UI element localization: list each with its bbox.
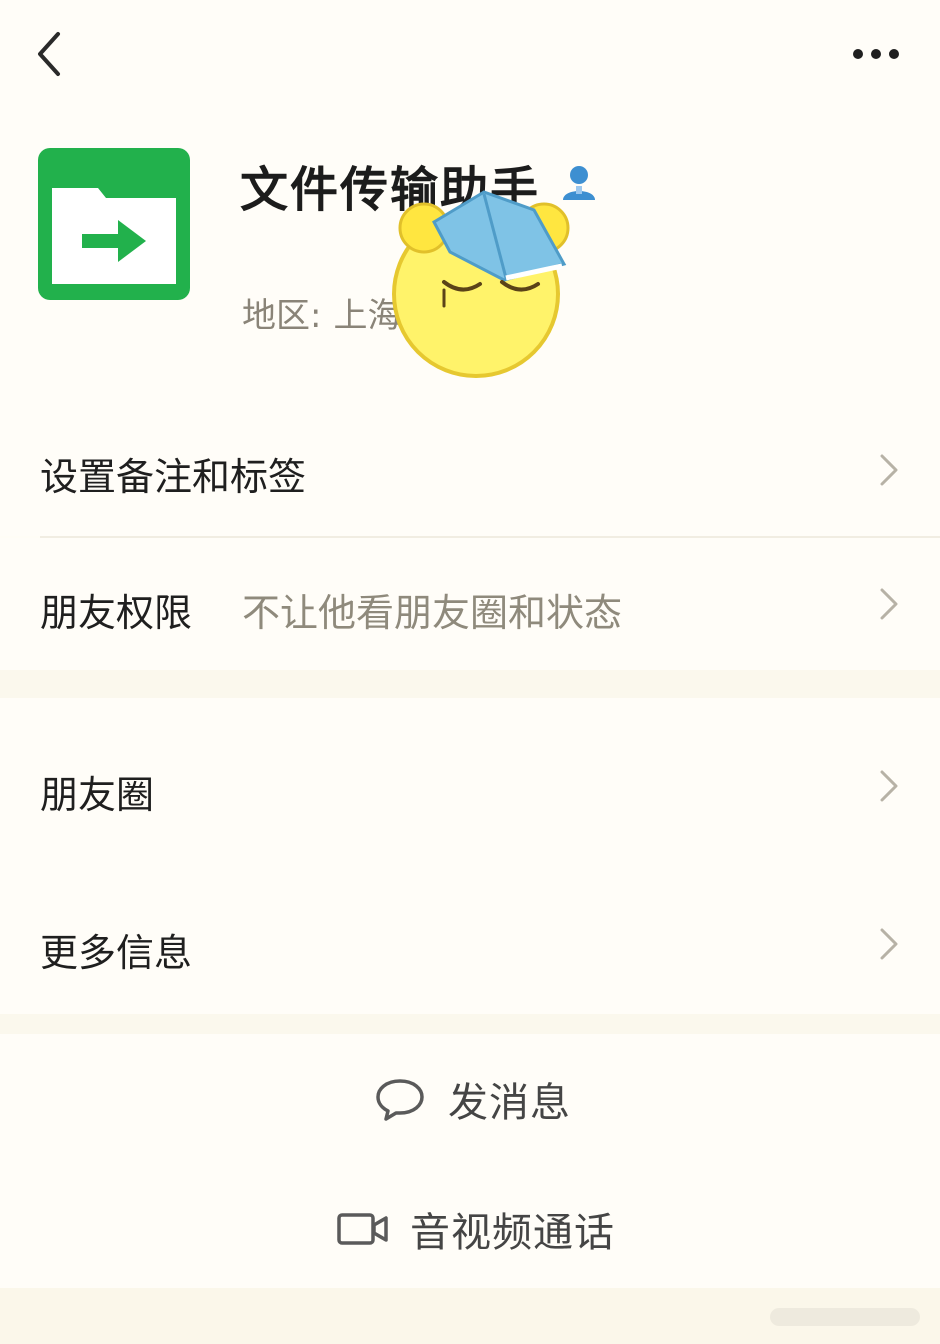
region-info: 地区: 上海 (242, 288, 401, 337)
region-label: 地区: (242, 296, 322, 336)
section-gap (0, 670, 940, 698)
send-message-button[interactable]: 发消息 (0, 1034, 940, 1164)
sleeping-emoji-sticker (384, 182, 584, 382)
friend-permissions-value: 不让他看朋友圈和状态 (242, 591, 623, 635)
chevron-left-icon (38, 32, 60, 76)
folder-arrow-icon (38, 148, 190, 300)
friend-permissions-label: 朋友权限 (40, 591, 193, 635)
moments-label: 朋友圈 (40, 773, 155, 817)
back-button[interactable] (28, 28, 72, 80)
profile-header: 文件传输助手 地区: 上海 (0, 110, 940, 400)
watermark-logo (770, 1308, 920, 1326)
friend-permissions-row[interactable]: 朋友权限 不让他看朋友圈和状态 (0, 538, 940, 670)
chevron-right-icon (880, 454, 898, 486)
section-gap (0, 1014, 940, 1034)
chat-bubble-icon (376, 1079, 424, 1121)
avatar[interactable] (38, 148, 190, 300)
more-button[interactable] (846, 36, 906, 72)
av-call-label: 音视频通话 (410, 1210, 615, 1256)
more-info-row[interactable]: 更多信息 (0, 874, 940, 1014)
moments-row[interactable]: 朋友圈 (0, 698, 940, 874)
chevron-right-icon (880, 770, 898, 802)
top-bar (0, 0, 940, 110)
remark-tags-label: 设置备注和标签 (40, 455, 307, 499)
chevron-right-icon (880, 928, 898, 960)
video-camera-icon (337, 1213, 388, 1245)
remark-tags-row[interactable]: 设置备注和标签 (0, 400, 940, 536)
more-info-label: 更多信息 (40, 931, 193, 975)
av-call-button[interactable]: 音视频通话 (0, 1164, 940, 1294)
send-message-label: 发消息 (448, 1080, 571, 1126)
more-horizontal-icon (853, 49, 899, 59)
chevron-right-icon (880, 588, 898, 620)
